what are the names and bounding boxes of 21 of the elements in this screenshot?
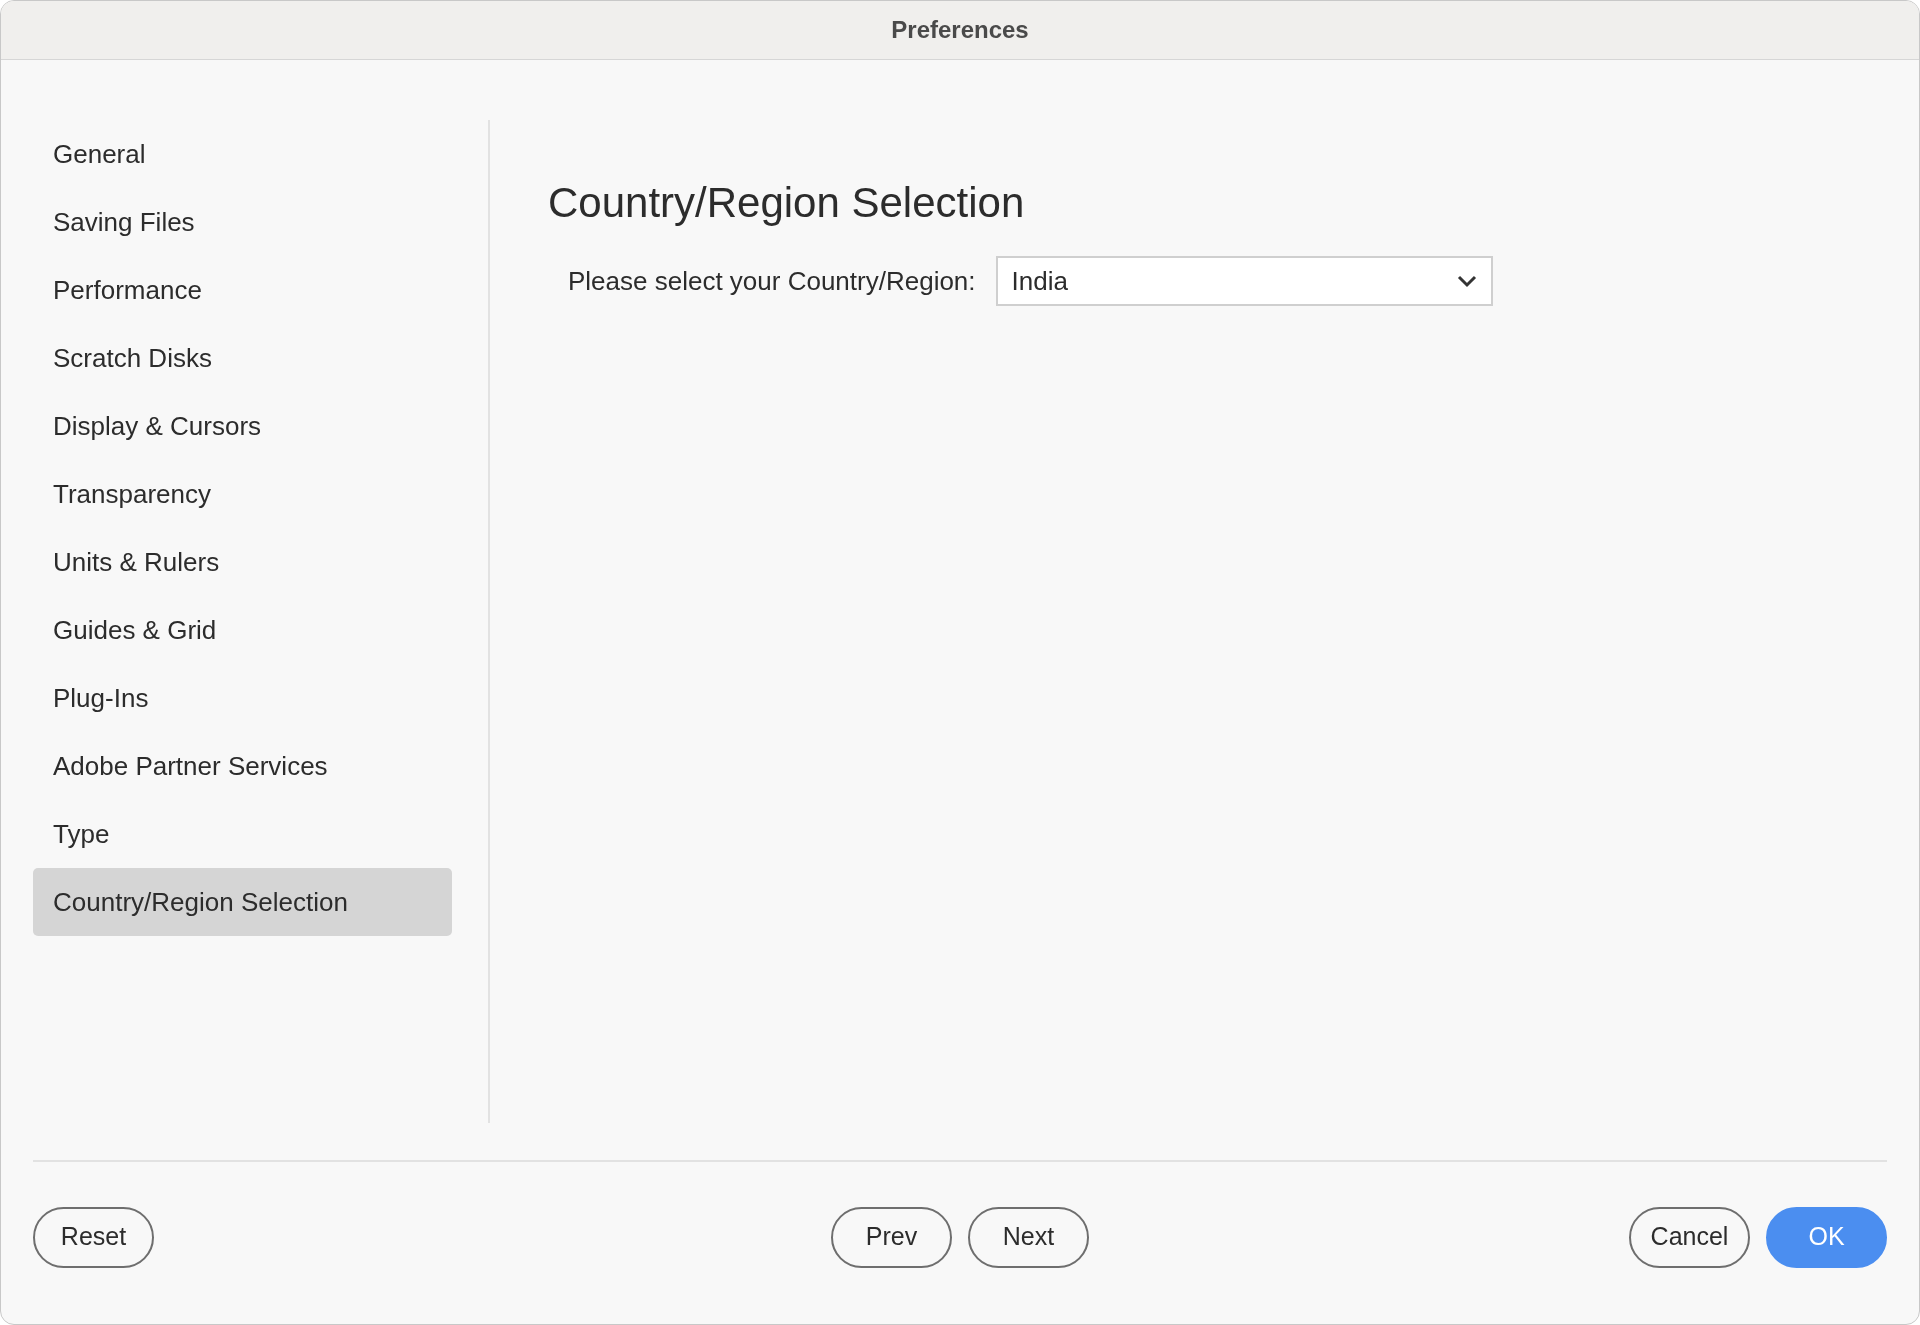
sidebar-item[interactable]: Display & Cursors xyxy=(33,392,452,460)
sidebar-item[interactable]: Units & Rulers xyxy=(33,528,452,596)
dialog-button[interactable]: Cancel xyxy=(1629,1206,1750,1268)
sidebar-item[interactable]: General xyxy=(33,120,452,188)
chevron-down-icon xyxy=(1456,274,1477,288)
sidebar-item[interactable]: Performance xyxy=(33,256,452,324)
dialog-button[interactable]: Next xyxy=(968,1206,1089,1268)
dialog-button[interactable]: Prev xyxy=(831,1206,952,1268)
field-label: Please select your Country/Region: xyxy=(568,264,976,298)
sidebar-item[interactable]: Transparency xyxy=(33,460,452,528)
panel-heading: Country/Region Selection xyxy=(548,182,1026,224)
sidebar-item[interactable]: Type xyxy=(33,800,452,868)
sidebar-item[interactable]: Guides & Grid xyxy=(33,596,452,664)
sidebar-item[interactable]: Adobe Partner Services xyxy=(33,732,452,800)
sidebar-item[interactable]: Country/Region Selection xyxy=(33,868,452,936)
dialog-button[interactable]: Reset xyxy=(33,1206,154,1268)
sidebar-item[interactable]: Plug-Ins xyxy=(33,664,452,732)
window-title: Preferences xyxy=(891,15,1029,45)
country-dropdown[interactable]: India xyxy=(995,256,1493,306)
sidebar-item[interactable]: Scratch Disks xyxy=(33,324,452,392)
sidebar-item[interactable]: Saving Files xyxy=(33,188,452,256)
